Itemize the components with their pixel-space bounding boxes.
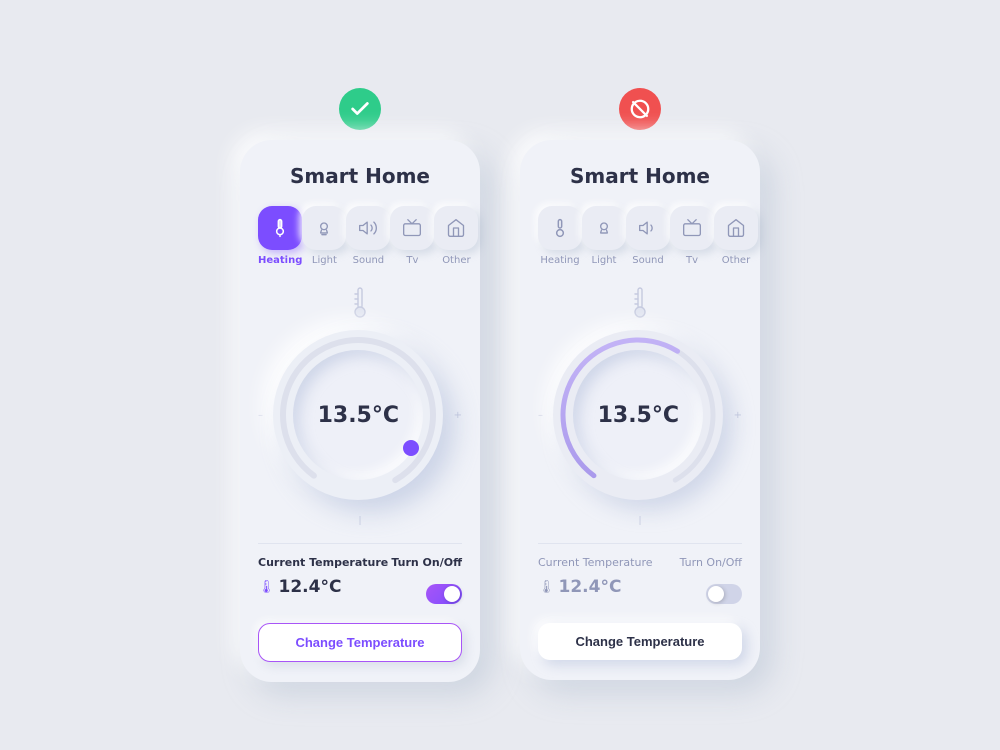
temp-toggle-row-active: 🌡 12.4°C bbox=[258, 577, 462, 611]
tab-icon-sound bbox=[346, 206, 390, 250]
tab-other-active[interactable]: Other bbox=[434, 206, 478, 266]
tab-other-inactive[interactable]: Other bbox=[714, 206, 758, 266]
temp-toggle-row-inactive: 🌡 12.4°C bbox=[538, 577, 742, 611]
status-icon-active bbox=[339, 88, 381, 130]
tab-icon-heating-off bbox=[538, 206, 582, 250]
toggle-active[interactable] bbox=[426, 584, 462, 604]
change-temp-btn-inactive[interactable]: Change Temperature bbox=[538, 623, 742, 660]
phone-inactive-wrapper: Smart Home Heating bbox=[520, 88, 760, 680]
bottom-info-inactive: Current Temperature Turn On/Off 🌡 12.4°C bbox=[538, 543, 742, 611]
tab-sound-inactive[interactable]: Sound bbox=[626, 206, 670, 266]
dial-arc-svg-inactive bbox=[553, 330, 723, 500]
main-container: Smart Home Heating bbox=[240, 68, 760, 682]
tab-icon-other bbox=[434, 206, 478, 250]
tab-icon-light bbox=[302, 206, 346, 250]
toggle-label-inactive: Turn On/Off bbox=[680, 556, 742, 569]
dial-high-mark-active: + bbox=[454, 410, 462, 421]
toggle-knob-inactive bbox=[708, 586, 724, 602]
tab-label-light-inactive: Light bbox=[592, 255, 617, 266]
thermo-small-active: 🌡 bbox=[258, 580, 275, 595]
tab-bar-inactive: Heating Light bbox=[538, 206, 742, 266]
tab-label-tv-inactive: Tv bbox=[686, 255, 698, 266]
tab-label-heating-inactive: Heating bbox=[540, 255, 579, 266]
tab-label-other-active: Other bbox=[442, 255, 470, 266]
phone-active-wrapper: Smart Home Heating bbox=[240, 88, 480, 682]
toggle-label-active: Turn On/Off bbox=[391, 556, 462, 569]
tab-label-heating-active: Heating bbox=[258, 255, 302, 266]
current-temp-label-inactive: Current Temperature bbox=[538, 556, 653, 569]
tab-light-inactive[interactable]: Light bbox=[582, 206, 626, 266]
tab-icon-tv-off bbox=[670, 206, 714, 250]
tab-label-other-inactive: Other bbox=[722, 255, 750, 266]
current-temp-val-active: 12.4°C bbox=[279, 577, 342, 597]
status-icon-inactive bbox=[619, 88, 661, 130]
dial-high-mark-inactive: + bbox=[734, 410, 742, 421]
tab-heating-inactive[interactable]: Heating bbox=[538, 206, 582, 266]
phone-inactive-title: Smart Home bbox=[538, 164, 742, 188]
current-temp-row-inactive: 🌡 12.4°C bbox=[538, 577, 621, 597]
tab-tv-inactive[interactable]: Tv bbox=[670, 206, 714, 266]
tab-label-sound-active: Sound bbox=[353, 255, 385, 266]
toggle-knob-active bbox=[444, 586, 460, 602]
thermo-top-active bbox=[351, 286, 369, 324]
tab-label-sound-inactive: Sound bbox=[632, 255, 664, 266]
tab-icon-light-off bbox=[582, 206, 626, 250]
phone-card-active: Smart Home Heating bbox=[240, 140, 480, 682]
tab-label-light-active: Light bbox=[312, 255, 337, 266]
tab-label-tv-active: Tv bbox=[406, 255, 418, 266]
tab-sound-active[interactable]: Sound bbox=[346, 206, 390, 266]
phone-card-inactive: Smart Home Heating bbox=[520, 140, 760, 680]
tab-icon-sound-off bbox=[626, 206, 670, 250]
dial-section-inactive: – bbox=[538, 286, 742, 527]
phone-active-title: Smart Home bbox=[258, 164, 462, 188]
current-temp-row-active: 🌡 12.4°C bbox=[258, 577, 341, 597]
current-temp-val-inactive: 12.4°C bbox=[559, 577, 622, 597]
bottom-info-active: Current Temperature Turn On/Off 🌡 12.4°C bbox=[258, 543, 462, 611]
tab-icon-tv bbox=[390, 206, 434, 250]
info-row-active: Current Temperature Turn On/Off bbox=[258, 556, 462, 569]
dial-bottom-tick-inactive: | bbox=[638, 516, 641, 526]
thermo-small-inactive: 🌡 bbox=[538, 580, 555, 595]
thermo-top-inactive bbox=[631, 286, 649, 324]
dial-low-mark-active: – bbox=[258, 410, 263, 421]
dial-bottom-tick: | bbox=[358, 516, 361, 526]
current-temp-label-active: Current Temperature bbox=[258, 556, 388, 569]
toggle-inactive[interactable] bbox=[706, 584, 742, 604]
change-temp-btn-active[interactable]: Change Temperature bbox=[258, 623, 462, 662]
tab-icon-heating bbox=[258, 206, 302, 250]
dial-low-mark-inactive: – bbox=[538, 410, 543, 421]
tab-bar-active: Heating Light bbox=[258, 206, 462, 266]
dial-bg-active: 13.5°C bbox=[273, 330, 443, 500]
dial-arc-svg-active bbox=[273, 330, 443, 500]
tab-light-active[interactable]: Light bbox=[302, 206, 346, 266]
dial-active[interactable]: 13.5°C bbox=[273, 330, 443, 500]
tab-heating-active[interactable]: Heating bbox=[258, 206, 302, 266]
info-row-inactive: Current Temperature Turn On/Off bbox=[538, 556, 742, 569]
dial-inactive-ctrl[interactable]: 13.5°C bbox=[553, 330, 723, 500]
tab-tv-active[interactable]: Tv bbox=[390, 206, 434, 266]
tab-icon-other-off bbox=[714, 206, 758, 250]
dial-bg-inactive: 13.5°C bbox=[553, 330, 723, 500]
dial-section-active: – bbox=[258, 286, 462, 527]
